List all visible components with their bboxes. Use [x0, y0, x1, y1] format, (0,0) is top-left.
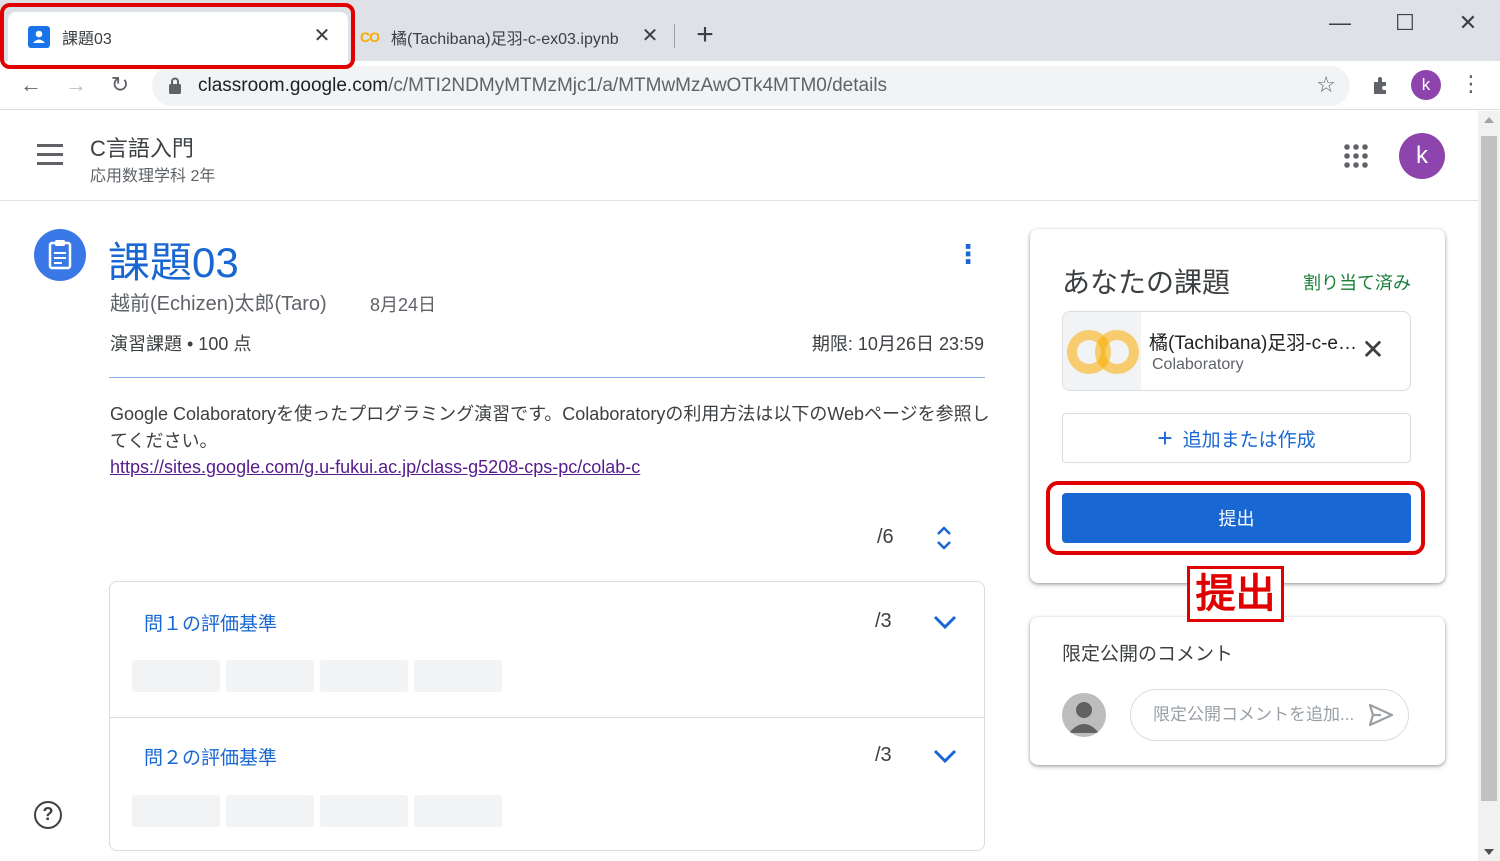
rubric-panel: 問１の評価基準 /3 問２の評価基準 /3	[109, 581, 985, 851]
plus-icon: +	[1157, 423, 1173, 453]
user-avatar	[1062, 693, 1106, 737]
add-or-create-button[interactable]: + 追加または作成	[1062, 413, 1411, 463]
scroll-up-arrow-icon[interactable]	[1484, 117, 1494, 123]
hamburger-menu-icon[interactable]	[37, 144, 63, 166]
tab-title: 橘(Tachibana)足羽-c-ex03.ipynb	[391, 30, 619, 48]
rubric-total-score: /6	[877, 526, 894, 548]
assignment-author: 越前(Echizen)太郎(Taro)	[110, 293, 327, 315]
help-icon[interactable]: ?	[34, 801, 62, 829]
rubric-level-placeholder	[226, 660, 314, 692]
tab-close-icon[interactable]: ✕	[638, 24, 662, 48]
tab-colab[interactable]: CO 橘(Tachibana)足羽-c-ex03.ipynb ✕	[350, 12, 670, 61]
assignment-title: 課題03	[108, 239, 239, 286]
apps-grid-icon[interactable]	[1343, 143, 1369, 169]
attachment-card[interactable]: 橘(Tachibana)足羽-c-ex03.ipynb Colaboratory…	[1062, 311, 1411, 391]
maximize-button[interactable]: ☐	[1385, 8, 1425, 38]
remove-attachment-icon[interactable]: ✕	[1359, 336, 1387, 364]
assignment-clipboard-icon	[34, 229, 86, 281]
attachment-name: 橘(Tachibana)足羽-c-ex03.ipynb	[1149, 333, 1363, 354]
rubric-level-placeholder	[414, 795, 502, 827]
lock-icon	[169, 77, 181, 94]
rubric-level-placeholder	[226, 795, 314, 827]
attachment-type: Colaboratory	[1152, 356, 1244, 373]
more-options-icon[interactable]: ⋮	[955, 239, 981, 269]
criterion-2-score: /3	[875, 744, 892, 766]
classroom-header: C言語入門 応用数理学科 2年 k	[0, 111, 1478, 201]
forward-arrow-icon[interactable]: →	[62, 71, 90, 99]
scrollbar[interactable]	[1478, 111, 1500, 861]
divider	[109, 377, 985, 378]
browser-menu-icon[interactable]: ⋮	[1460, 71, 1482, 97]
rubric-level-placeholder	[320, 795, 408, 827]
criterion-1-score: /3	[875, 610, 892, 632]
assignment-description: Google Colaboratoryを使ったプログラミング演習です。Colab…	[110, 404, 990, 451]
criterion-divider	[110, 717, 984, 718]
colab-logo-icon	[1063, 312, 1141, 390]
extensions-puzzle-icon[interactable]	[1370, 74, 1394, 98]
assignment-due-date: 期限: 10月26日 23:59	[811, 334, 984, 354]
criterion-2-title: 問２の評価基準	[144, 748, 278, 769]
account-avatar[interactable]: k	[1399, 133, 1445, 179]
annotation-highlight-tab	[0, 3, 355, 69]
description-link[interactable]: https://sites.google.com/g.u-fukui.ac.jp…	[110, 457, 640, 478]
chevron-down-icon[interactable]	[932, 748, 958, 764]
profile-avatar[interactable]: k	[1411, 70, 1441, 100]
scroll-down-arrow-icon[interactable]	[1484, 849, 1494, 855]
address-bar[interactable]: classroom.google.com/c/MTI2NDMyMTMzMjc1/…	[152, 66, 1350, 106]
url-host: classroom.google.com	[198, 75, 389, 96]
annotation-label: 提出	[1187, 566, 1284, 622]
assignment-date: 8月24日	[370, 295, 437, 315]
colab-favicon-icon: CO	[360, 28, 380, 45]
assignment-points: 演習課題 • 100 点	[110, 334, 252, 354]
url-path: /c/MTI2NDMyMTMzMjc1/a/MTMwMzAwOTk4MTM0/d…	[388, 75, 888, 96]
class-section: 応用数理学科 2年	[90, 168, 216, 185]
criterion-1-title: 問１の評価基準	[144, 614, 278, 635]
assignment-status: 割り当て済み	[1303, 273, 1411, 293]
annotation-highlight-submit	[1046, 481, 1425, 555]
back-arrow-icon[interactable]: ←	[17, 71, 45, 99]
new-tab-button[interactable]: +	[690, 20, 720, 50]
private-comments-card: 限定公開のコメント 限定公開コメントを追加...	[1030, 617, 1445, 765]
rubric-level-placeholder	[132, 660, 220, 692]
bookmark-star-icon[interactable]: ☆	[1316, 72, 1336, 98]
window-close-button[interactable]: ✕	[1448, 8, 1488, 38]
rubric-level-placeholder	[320, 660, 408, 692]
private-comments-title: 限定公開のコメント	[1062, 644, 1234, 665]
minimize-button[interactable]: —	[1320, 8, 1360, 38]
tab-separator	[674, 24, 675, 48]
expand-collapse-icon[interactable]	[934, 524, 954, 552]
reload-icon[interactable]: ↻	[106, 71, 134, 99]
rubric-level-placeholder	[414, 660, 502, 692]
scroll-thumb[interactable]	[1481, 136, 1497, 801]
your-work-title: あなたの課題	[1062, 267, 1231, 298]
send-icon[interactable]	[1367, 701, 1395, 729]
chevron-down-icon[interactable]	[932, 614, 958, 630]
rubric-level-placeholder	[132, 795, 220, 827]
class-name[interactable]: C言語入門	[90, 131, 194, 163]
add-or-create-label: 追加または作成	[1182, 429, 1316, 451]
